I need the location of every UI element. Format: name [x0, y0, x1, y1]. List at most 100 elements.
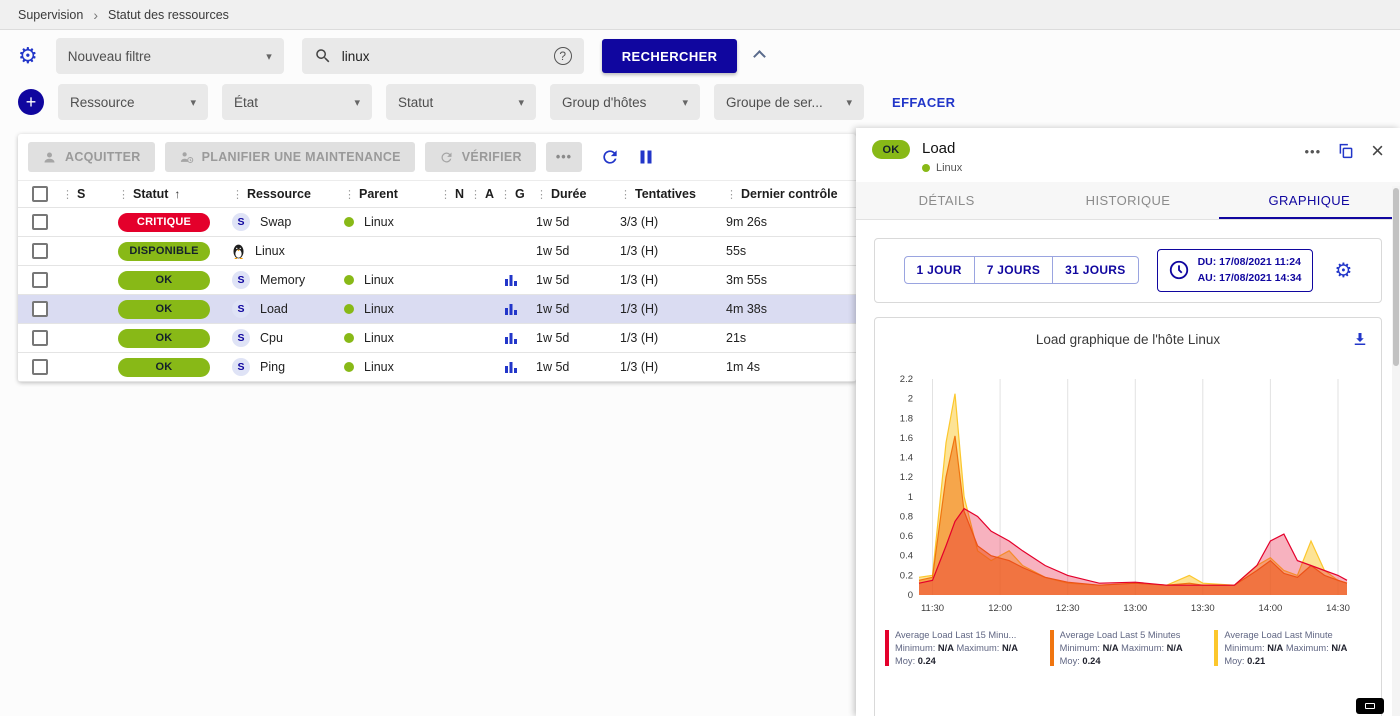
- table-row[interactable]: OK S Load Linux 1w 5d 1/3 (H) 4m 38s: [18, 295, 856, 324]
- resource-cell[interactable]: Linux: [232, 244, 344, 259]
- pip-indicator[interactable]: [1356, 698, 1384, 714]
- drag-handle-icon[interactable]: ⋮: [726, 188, 737, 201]
- tab-d-tails[interactable]: DÉTAILS: [856, 182, 1037, 219]
- row-checkbox[interactable]: [32, 359, 48, 375]
- graph-icon[interactable]: [504, 360, 518, 374]
- col-last-check[interactable]: ⋮Dernier contrôle: [726, 187, 856, 201]
- sort-ascending-icon[interactable]: ↑: [174, 187, 180, 201]
- drag-handle-icon[interactable]: ⋮: [118, 188, 129, 201]
- chart-legend-item[interactable]: Average Load Last 5 Minutes Minimum: N/A…: [1050, 630, 1207, 666]
- table-row[interactable]: OK S Ping Linux 1w 5d 1/3 (H) 1m 4s: [18, 353, 856, 382]
- drag-handle-icon[interactable]: ⋮: [440, 188, 451, 201]
- drag-handle-icon[interactable]: ⋮: [62, 188, 73, 201]
- select-all-checkbox[interactable]: [32, 186, 48, 202]
- load-chart-svg[interactable]: 11:3012:0012:3013:0013:3014:0014:3000.20…: [885, 369, 1357, 619]
- resource-cell[interactable]: S Cpu: [232, 329, 344, 347]
- time-range-button-31-jours[interactable]: 31 JOURS: [1053, 256, 1138, 284]
- saved-filter-select[interactable]: Nouveau filtre ▾: [56, 38, 284, 74]
- last-check-cell: 21s: [726, 331, 856, 345]
- resource-name: Cpu: [260, 331, 283, 345]
- parent-cell[interactable]: Linux: [344, 331, 440, 345]
- table-header: ⋮S ⋮Statut↑ ⋮Ressource ⋮Parent ⋮N ⋮A ⋮G …: [18, 180, 856, 208]
- search-box[interactable]: ?: [302, 38, 584, 74]
- scrollbar-thumb[interactable]: [1393, 188, 1399, 366]
- resource-name: Memory: [260, 273, 305, 287]
- check-button[interactable]: VÉRIFIER: [425, 142, 536, 172]
- parent-status-dot: [344, 217, 354, 227]
- drag-handle-icon[interactable]: ⋮: [232, 188, 243, 201]
- breadcrumb-item-resources-status[interactable]: Statut des ressources: [108, 8, 229, 22]
- search-button[interactable]: RECHERCHER: [602, 39, 738, 73]
- col-notes[interactable]: ⋮N: [440, 187, 470, 201]
- resource-cell[interactable]: S Ping: [232, 358, 344, 376]
- criteria-dropdown-group-d-h-tes[interactable]: Group d'hôtes ▾: [550, 84, 700, 120]
- filter-settings-gear-icon[interactable]: ⚙: [18, 45, 38, 67]
- col-severity[interactable]: ⋮S: [62, 187, 118, 201]
- table-row[interactable]: CRITIQUE S Swap Linux 1w 5d 3/3 (H) 9m 2…: [18, 208, 856, 237]
- collapse-filters-chevron-icon[interactable]: [754, 50, 767, 63]
- row-checkbox[interactable]: [32, 214, 48, 230]
- search-icon: [314, 47, 332, 65]
- col-action[interactable]: ⋮A: [470, 187, 500, 201]
- col-status[interactable]: ⋮Statut↑: [118, 187, 232, 201]
- resource-cell[interactable]: S Memory: [232, 271, 344, 289]
- graph-icon[interactable]: [504, 302, 518, 316]
- more-actions-button[interactable]: •••: [546, 142, 582, 172]
- chart-legend-item[interactable]: Average Load Last Minute Minimum: N/A Ma…: [1214, 630, 1371, 666]
- criteria-dropdown-groupe-de-ser[interactable]: Groupe de ser... ▾: [714, 84, 864, 120]
- tab-graphique[interactable]: GRAPHIQUE: [1219, 182, 1400, 219]
- period-selector[interactable]: DU: 17/08/2021 11:24 AU: 17/08/2021 14:3…: [1157, 249, 1313, 292]
- parent-cell[interactable]: Linux: [344, 273, 440, 287]
- graph-icon[interactable]: [504, 273, 518, 287]
- panel-scrollbar[interactable]: [1392, 186, 1400, 716]
- chart-legend: Average Load Last 15 Minu... Minimum: N/…: [885, 630, 1371, 666]
- clear-filters-button[interactable]: EFFACER: [892, 95, 955, 110]
- drag-handle-icon[interactable]: ⋮: [500, 188, 511, 201]
- help-icon[interactable]: ?: [554, 47, 572, 65]
- col-tries-label: Tentatives: [635, 187, 696, 201]
- drag-handle-icon[interactable]: ⋮: [344, 188, 355, 201]
- time-range-button-7-jours[interactable]: 7 JOURS: [975, 256, 1053, 284]
- search-input[interactable]: [342, 49, 544, 64]
- drag-handle-icon[interactable]: ⋮: [470, 188, 481, 201]
- chevron-down-icon: ▾: [518, 96, 524, 109]
- drag-handle-icon[interactable]: ⋮: [536, 188, 547, 201]
- col-resource[interactable]: ⋮ Ressource: [232, 187, 344, 201]
- col-tries[interactable]: ⋮ Tentatives: [620, 187, 726, 201]
- criteria-dropdown-statut[interactable]: Statut ▾: [386, 84, 536, 120]
- resource-cell[interactable]: S Load: [232, 300, 344, 318]
- panel-more-icon[interactable]: •••: [1304, 144, 1321, 159]
- table-row[interactable]: DISPONIBLE Linux 1w 5d 1/3 (H) 55s: [18, 237, 856, 266]
- parent-cell[interactable]: Linux: [344, 360, 440, 374]
- refresh-button[interactable]: [600, 147, 620, 167]
- table-row[interactable]: OK S Memory Linux 1w 5d 1/3 (H) 3m 55s: [18, 266, 856, 295]
- breadcrumb-item-supervision[interactable]: Supervision: [18, 8, 83, 22]
- close-icon[interactable]: ×: [1371, 140, 1384, 162]
- acknowledge-button[interactable]: ACQUITTER: [28, 142, 155, 172]
- time-range-button-1-jour[interactable]: 1 JOUR: [904, 256, 975, 284]
- resource-cell[interactable]: S Swap: [232, 213, 344, 231]
- add-criteria-button[interactable]: +: [18, 89, 44, 115]
- graph-settings-gear-icon[interactable]: ⚙: [1335, 258, 1353, 283]
- criteria-dropdown-ressource[interactable]: Ressource ▾: [58, 84, 208, 120]
- pause-button[interactable]: [638, 149, 654, 165]
- col-duration[interactable]: ⋮Durée: [536, 187, 620, 201]
- parent-cell[interactable]: Linux: [344, 215, 440, 229]
- graph-icon[interactable]: [504, 331, 518, 345]
- download-icon[interactable]: [1351, 330, 1369, 353]
- copy-link-icon[interactable]: [1337, 142, 1355, 160]
- chart-legend-item[interactable]: Average Load Last 15 Minu... Minimum: N/…: [885, 630, 1042, 666]
- table-row[interactable]: OK S Cpu Linux 1w 5d 1/3 (H) 21s: [18, 324, 856, 353]
- parent-cell[interactable]: Linux: [344, 302, 440, 316]
- row-checkbox[interactable]: [32, 272, 48, 288]
- row-checkbox[interactable]: [32, 301, 48, 317]
- col-resource-label: Ressource: [247, 187, 311, 201]
- set-downtime-button[interactable]: PLANIFIER UNE MAINTENANCE: [165, 142, 415, 172]
- drag-handle-icon[interactable]: ⋮: [620, 188, 631, 201]
- criteria-dropdown-tat[interactable]: État ▾: [222, 84, 372, 120]
- tab-historique[interactable]: HISTORIQUE: [1037, 182, 1218, 219]
- row-checkbox[interactable]: [32, 330, 48, 346]
- col-parent[interactable]: ⋮Parent: [344, 187, 440, 201]
- col-graph[interactable]: ⋮G: [500, 187, 536, 201]
- row-checkbox[interactable]: [32, 243, 48, 259]
